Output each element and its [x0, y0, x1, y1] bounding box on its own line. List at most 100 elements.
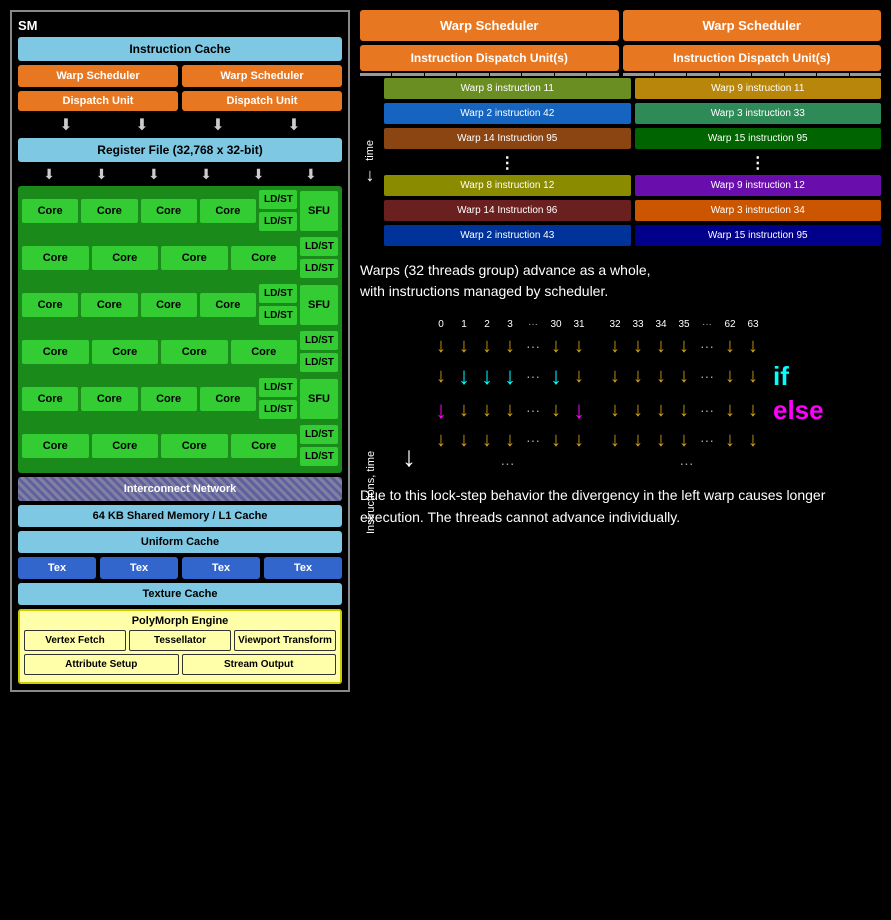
- viewport-transform: Viewport Transform: [234, 630, 336, 651]
- core-1-3: Core: [141, 199, 197, 223]
- warp-instr-left-0: Warp 8 instruction 11: [384, 78, 631, 99]
- y-axis-arrow: ↓: [402, 443, 416, 471]
- warp-header-row: Warp Scheduler Warp Scheduler: [360, 10, 881, 41]
- dispatch-left: Dispatch Unit: [18, 91, 178, 111]
- ldst-2-1: LD/ST: [300, 237, 338, 256]
- warp-instr-left-6: Warp 2 instruction 43: [384, 225, 631, 246]
- warp-diagram: Warp Scheduler Warp Scheduler Instructio…: [360, 10, 881, 248]
- warp-sched-header-left: Warp Scheduler: [360, 10, 619, 41]
- arrows-row-2: ⬇ ⬇ ⬇ ⬇ ⬇ ⬇: [18, 166, 342, 183]
- arrow-10: ⬇: [305, 166, 317, 183]
- tex-2: Tex: [100, 557, 178, 579]
- ldst-sfu-group-2: LD/ST LD/ST: [300, 237, 338, 278]
- ldst-5-1: LD/ST: [259, 378, 297, 397]
- dispatch-unit-right: Instruction Dispatch Unit(s): [623, 45, 882, 71]
- desc1-text: Warps (32 threads group) advance as a wh…: [360, 262, 651, 299]
- instruction-cache: Instruction Cache: [18, 37, 342, 61]
- dispatch-row: Dispatch Unit Dispatch Unit: [18, 91, 342, 111]
- ldst-5-2: LD/ST: [259, 400, 297, 419]
- ldst-3-2: LD/ST: [259, 306, 297, 325]
- else-label: else: [773, 395, 824, 426]
- core-row-1: Core Core Core Core LD/ST LD/ST SFU: [22, 190, 338, 231]
- arrow-8: ⬇: [200, 166, 212, 183]
- core-5-1: Core: [22, 387, 78, 411]
- time-label: time: [364, 140, 376, 161]
- shared-memory: 64 KB Shared Memory / L1 Cache: [18, 505, 342, 527]
- core-4-1: Core: [22, 340, 89, 364]
- core-1-4: Core: [200, 199, 256, 223]
- sfu-1: SFU: [300, 191, 338, 231]
- warp-instr-right-0: Warp 9 instruction 11: [635, 78, 882, 99]
- time-arrow: ↓: [366, 165, 375, 186]
- bottom-description: Due to this lock-step behavior the diver…: [360, 484, 881, 529]
- ldst-4-2: LD/ST: [300, 353, 338, 372]
- attribute-setup: Attribute Setup: [24, 654, 179, 675]
- ldst-1-1: LD/ST: [259, 190, 297, 209]
- sm-label: SM: [18, 18, 342, 33]
- core-3-1: Core: [22, 293, 78, 317]
- dispatch-unit-left: Instruction Dispatch Unit(s): [360, 45, 619, 71]
- core-row-5: Core Core Core Core LD/ST LD/ST SFU: [22, 378, 338, 419]
- ldst-2-2: LD/ST: [300, 259, 338, 278]
- arrow-1: ⬇: [59, 115, 72, 135]
- core-1-2: Core: [81, 199, 137, 223]
- core-2-4: Core: [231, 246, 298, 270]
- warp-instr-left-1: Warp 2 instruction 42: [384, 103, 631, 124]
- core-3-2: Core: [81, 293, 137, 317]
- arrow-2: ⬇: [135, 115, 148, 135]
- ldst-6-2: LD/ST: [300, 447, 338, 466]
- register-file: Register File (32,768 x 32-bit): [18, 138, 342, 162]
- warp-scheduler-right: Warp Scheduler: [182, 65, 342, 87]
- ldst-sfu-group-4: LD/ST LD/ST: [300, 331, 338, 372]
- warp-instr-left-5: Warp 14 Instruction 96: [384, 200, 631, 221]
- warp-timeline: time ↓ Warp 8 instruction 11 Warp 2 inst…: [360, 78, 881, 248]
- core-4-4: Core: [231, 340, 298, 364]
- main-container: SM Instruction Cache Warp Scheduler Warp…: [10, 10, 881, 692]
- right-panel: Warp Scheduler Warp Scheduler Instructio…: [360, 10, 881, 692]
- warp-instr-right-4: Warp 9 instruction 12: [635, 175, 882, 196]
- arrow-7: ⬇: [148, 166, 160, 183]
- interconnect-network: Interconnect Network: [18, 477, 342, 501]
- polymorph-section: PolyMorph Engine Vertex Fetch Tessellato…: [18, 609, 342, 684]
- polymorph-title: PolyMorph Engine: [24, 615, 336, 627]
- core-row-4: Core Core Core Core LD/ST LD/ST: [22, 331, 338, 372]
- ldst-sfu-group-1: LD/ST LD/ST: [259, 190, 297, 231]
- uniform-cache: Uniform Cache: [18, 531, 342, 553]
- warp-instr-right-5: Warp 3 instruction 34: [635, 200, 882, 221]
- arrow-dots-row: ··· ···: [430, 455, 876, 471]
- warp-sched-header-right: Warp Scheduler: [623, 10, 882, 41]
- warp-column-right: Warp 9 instruction 11 Warp 3 instruction…: [635, 78, 882, 248]
- warp-instr-left-2: Warp 14 Instruction 95: [384, 128, 631, 149]
- time-label-container: time ↓: [360, 78, 380, 248]
- core-5-2: Core: [81, 387, 137, 411]
- ldst-6-1: LD/ST: [300, 425, 338, 444]
- warp-instr-right-1: Warp 3 instruction 33: [635, 103, 882, 124]
- arrow-5: ⬇: [43, 166, 55, 183]
- tex-4: Tex: [264, 557, 342, 579]
- ldst-1-2: LD/ST: [259, 212, 297, 231]
- core-2-3: Core: [161, 246, 228, 270]
- tex-3: Tex: [182, 557, 260, 579]
- warp-scheduler-left: Warp Scheduler: [18, 65, 178, 87]
- ldst-4-1: LD/ST: [300, 331, 338, 350]
- warp-dots-right: ⋮: [635, 153, 882, 173]
- arrow-9: ⬇: [253, 166, 265, 183]
- arrow-row-else: ↓ ↓ ↓ ↓ ··· ↓ ↓ ↓ ↓ ↓ ↓ ··· ↓ ↓ else: [430, 395, 876, 426]
- if-label: if: [773, 361, 789, 392]
- core-2-1: Core: [22, 246, 89, 270]
- arrow-4: ⬇: [287, 115, 300, 135]
- core-row-3: Core Core Core Core LD/ST LD/ST SFU: [22, 284, 338, 325]
- core-5-4: Core: [200, 387, 256, 411]
- divergence-section: Instructions, time ↓ 0 1 2 3 ··· 30 31 3…: [360, 314, 881, 476]
- texture-cache: Texture Cache: [18, 583, 342, 605]
- tessellator: Tessellator: [129, 630, 231, 651]
- core-5-3: Core: [141, 387, 197, 411]
- warp-dots-left: ⋮: [384, 153, 631, 173]
- description-1: Warps (32 threads group) advance as a wh…: [360, 256, 881, 306]
- core-row-2: Core Core Core Core LD/ST LD/ST: [22, 237, 338, 278]
- warp-instr-right-2: Warp 15 instruction 95: [635, 128, 882, 149]
- thread-numbers: 0 1 2 3 ··· 30 31 32 33 34 35 ··· 62 63: [430, 319, 876, 330]
- warp-scheduler-row: Warp Scheduler Warp Scheduler: [18, 65, 342, 87]
- core-6-1: Core: [22, 434, 89, 458]
- core-grid: Core Core Core Core LD/ST LD/ST SFU Core…: [18, 186, 342, 473]
